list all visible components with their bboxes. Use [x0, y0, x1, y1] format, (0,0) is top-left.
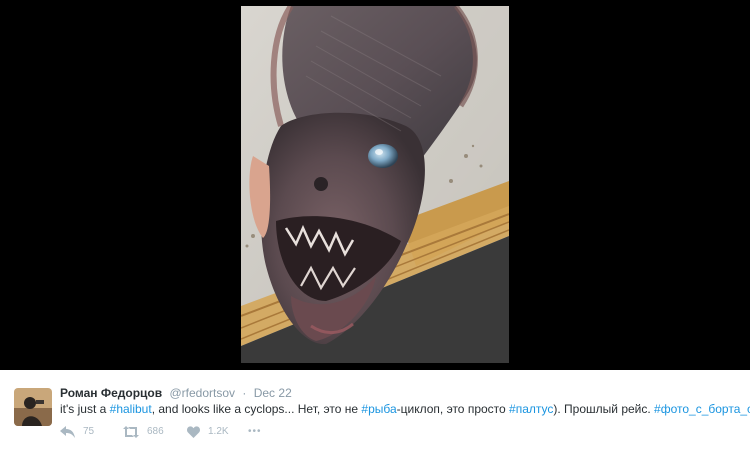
hashtag-foto-s-borta-sudna[interactable]: #фото_с_борта_судна	[654, 402, 750, 416]
more-icon: •••	[248, 426, 262, 437]
photo-halibut-image	[241, 6, 509, 363]
tweet-header: Роман Федорцов @rfedortsov · Dec 22	[60, 385, 292, 401]
reply-count: 75	[83, 426, 95, 437]
tweet-date[interactable]: Dec 22	[254, 386, 292, 400]
tweet-text-part: -циклоп, это просто	[396, 402, 510, 416]
tweet-text-part: , and looks like a cyclops... Нет, это н…	[151, 402, 362, 416]
tweet-footer: Роман Федорцов @rfedortsov · Dec 22 it's…	[0, 370, 750, 452]
hashtag-halibut[interactable]: #halibut	[110, 402, 152, 416]
media-viewer	[0, 0, 750, 370]
reply-icon	[60, 426, 75, 438]
more-button[interactable]: •••	[248, 424, 262, 440]
tweet-text: it's just a #halibut, and looks like a c…	[60, 401, 750, 417]
heart-icon	[187, 426, 200, 438]
retweet-count: 686	[147, 426, 164, 437]
hashtag-paltus[interactable]: #палтус	[509, 402, 553, 416]
reply-button[interactable]: 75	[60, 424, 94, 440]
like-button[interactable]: 1.2K	[187, 424, 229, 440]
author-name[interactable]: Роман Федорцов	[60, 386, 162, 400]
tweet-photo[interactable]	[241, 6, 509, 363]
like-count: 1.2K	[208, 426, 229, 437]
header-separator: ·	[242, 386, 247, 400]
retweet-icon	[123, 426, 139, 438]
avatar-image	[14, 388, 52, 426]
avatar[interactable]	[14, 388, 52, 426]
hashtag-ryba[interactable]: #рыба	[361, 402, 396, 416]
retweet-button[interactable]: 686	[123, 424, 164, 440]
tweet-text-part: it's just a	[60, 402, 110, 416]
tweet-text-part: ). Прошлый рейс.	[553, 402, 655, 416]
author-handle[interactable]: @rfedortsov	[169, 386, 235, 400]
